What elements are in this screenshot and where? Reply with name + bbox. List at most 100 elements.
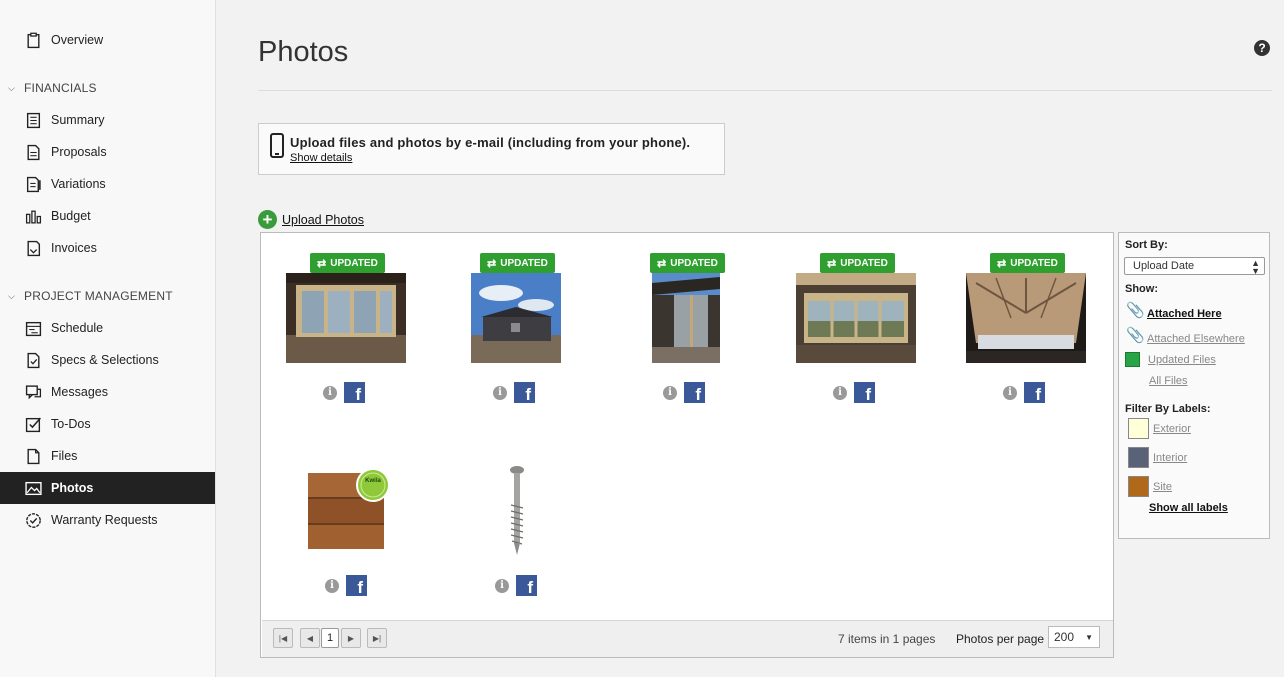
item-count: 7 items in 1 pages	[838, 632, 936, 646]
sidebar-item-variations[interactable]: Variations	[0, 168, 215, 200]
updated-badge: ⇄ UPDATED	[310, 253, 385, 273]
calendar-icon	[24, 319, 42, 337]
last-page-button[interactable]: ▶|	[367, 628, 387, 648]
facebook-share-icon[interactable]: f	[1024, 382, 1045, 403]
show-details-link[interactable]: Show details	[290, 152, 352, 164]
photo-thumbnail[interactable]	[796, 273, 916, 363]
sidebar-section-label: PROJECT MANAGEMENT	[24, 289, 173, 303]
facebook-share-icon[interactable]: f	[344, 382, 365, 403]
info-icon[interactable]: i	[323, 385, 337, 400]
updated-badge: ⇄ UPDATED	[820, 253, 895, 273]
prev-page-button[interactable]: ◀	[300, 628, 320, 648]
sidebar-item-schedule[interactable]: Schedule	[0, 312, 215, 344]
sidebar-item-label: To-Dos	[51, 417, 91, 431]
updated-files-link[interactable]: Updated Files	[1148, 354, 1216, 366]
sync-icon: ⇄	[827, 257, 837, 270]
upload-photos-button[interactable]: + Upload Photos	[258, 210, 364, 229]
first-page-icon: |◀	[278, 633, 288, 643]
sidebar-item-files[interactable]: Files	[0, 440, 215, 472]
photo-thumbnail[interactable]	[508, 465, 526, 557]
photo-actions: i f	[833, 382, 875, 403]
document-check-icon	[24, 351, 42, 369]
label-exterior-link[interactable]: Exterior	[1153, 423, 1191, 435]
sidebar-item-invoices[interactable]: Invoices	[0, 232, 215, 264]
sidebar-item-label: Schedule	[51, 321, 104, 335]
facebook-share-icon[interactable]: f	[516, 575, 537, 596]
next-page-button[interactable]: ▶	[341, 628, 361, 648]
invoice-icon	[24, 239, 42, 257]
filter-by-labels-title: Filter By Labels:	[1125, 403, 1211, 415]
sidebar-item-summary[interactable]: Summary	[0, 104, 215, 136]
photo-gallery: ⇄ UPDATED i f ⇄ UPDATED i f ⇄ UPDATED i …	[260, 232, 1114, 658]
sidebar-item-proposals[interactable]: Proposals	[0, 136, 215, 168]
sidebar-item-label: Summary	[51, 113, 105, 127]
divider	[258, 90, 1272, 91]
sidebar-item-budget[interactable]: Budget	[0, 200, 215, 232]
sort-by-label: Sort By:	[1125, 239, 1168, 251]
first-page-button[interactable]: |◀	[273, 628, 293, 648]
updated-badge: ⇄ UPDATED	[650, 253, 725, 273]
info-icon[interactable]: i	[833, 385, 847, 400]
info-icon[interactable]: i	[1003, 385, 1017, 400]
facebook-share-icon[interactable]: f	[684, 382, 705, 403]
facebook-share-icon[interactable]: f	[854, 382, 875, 403]
per-page-value: 200	[1054, 630, 1075, 644]
image-icon	[24, 479, 42, 497]
updated-badge: ⇄ UPDATED	[990, 253, 1065, 273]
sort-by-select[interactable]: Upload Date ▲ ▼	[1124, 257, 1265, 276]
current-page[interactable]: 1	[321, 628, 339, 648]
chevron-down-icon: ⌵	[8, 290, 16, 301]
sidebar-item-label: Overview	[51, 33, 104, 47]
photo-thumbnail[interactable]	[471, 273, 561, 363]
email-upload-message: Upload files and photos by e-mail (inclu…	[290, 135, 691, 150]
checkbox-icon	[24, 415, 42, 433]
help-icon[interactable]: ?	[1254, 40, 1270, 56]
sidebar-section-financials[interactable]: ⌵ FINANCIALS	[8, 78, 97, 98]
facebook-share-icon[interactable]: f	[514, 382, 535, 403]
sidebar-item-label: Files	[51, 449, 78, 463]
chevron-down-icon: ⌵	[8, 82, 16, 93]
photo-actions: i f	[323, 382, 365, 403]
photo-actions: i f	[1003, 382, 1045, 403]
sidebar-section-project-management[interactable]: ⌵ PROJECT MANAGEMENT	[8, 286, 173, 306]
info-icon[interactable]: i	[495, 578, 509, 593]
sidebar-item-photos[interactable]: Photos	[0, 472, 215, 504]
sort-by-value: Upload Date	[1133, 260, 1195, 272]
upload-photos-label: Upload Photos	[282, 212, 365, 227]
info-icon[interactable]: i	[493, 385, 507, 400]
photo-thumbnail[interactable]	[652, 273, 720, 363]
sidebar-item-messages[interactable]: Messages	[0, 376, 215, 408]
sidebar-item-todos[interactable]: To-Dos	[0, 408, 215, 440]
sidebar-item-label: Budget	[51, 209, 91, 223]
info-icon[interactable]: i	[663, 385, 677, 400]
attached-here-link[interactable]: Attached Here	[1147, 308, 1222, 320]
updown-caret-icon: ▲ ▼	[1251, 258, 1260, 276]
sidebar-item-overview[interactable]: Overview	[0, 24, 215, 56]
info-icon[interactable]: i	[325, 578, 339, 593]
chat-icon	[24, 383, 42, 401]
chevron-down-icon: ▼	[1085, 633, 1093, 642]
photo-actions: i f	[663, 382, 705, 403]
sidebar-item-specs-selections[interactable]: Specs & Selections	[0, 344, 215, 376]
sync-icon: ⇄	[997, 257, 1007, 270]
per-page-select[interactable]: 200 ▼	[1048, 626, 1100, 648]
badge-check-icon	[24, 511, 42, 529]
photo-actions: i f	[493, 382, 535, 403]
photo-thumbnail[interactable]	[286, 273, 406, 363]
label-interior-link[interactable]: Interior	[1153, 452, 1187, 464]
paperclip-icon: 📎	[1126, 302, 1145, 319]
facebook-share-icon[interactable]: f	[346, 575, 367, 596]
sidebar-item-label: Invoices	[51, 241, 97, 255]
label-site-link[interactable]: Site	[1153, 481, 1172, 493]
prev-page-icon: ◀	[306, 633, 314, 643]
label-swatch-exterior	[1128, 418, 1149, 439]
photo-thumbnail[interactable]	[966, 273, 1086, 363]
attached-elsewhere-link[interactable]: Attached Elsewhere	[1147, 333, 1245, 345]
sidebar-item-label: Specs & Selections	[51, 353, 159, 367]
all-files-link[interactable]: All Files	[1149, 375, 1188, 387]
sidebar: Overview ⌵ FINANCIALS Summary Proposals …	[0, 0, 216, 677]
sidebar-item-warranty-requests[interactable]: Warranty Requests	[0, 504, 215, 536]
last-page-icon: ▶|	[372, 633, 382, 643]
show-all-labels-link[interactable]: Show all labels	[1149, 502, 1228, 514]
label-swatch-interior	[1128, 447, 1149, 468]
